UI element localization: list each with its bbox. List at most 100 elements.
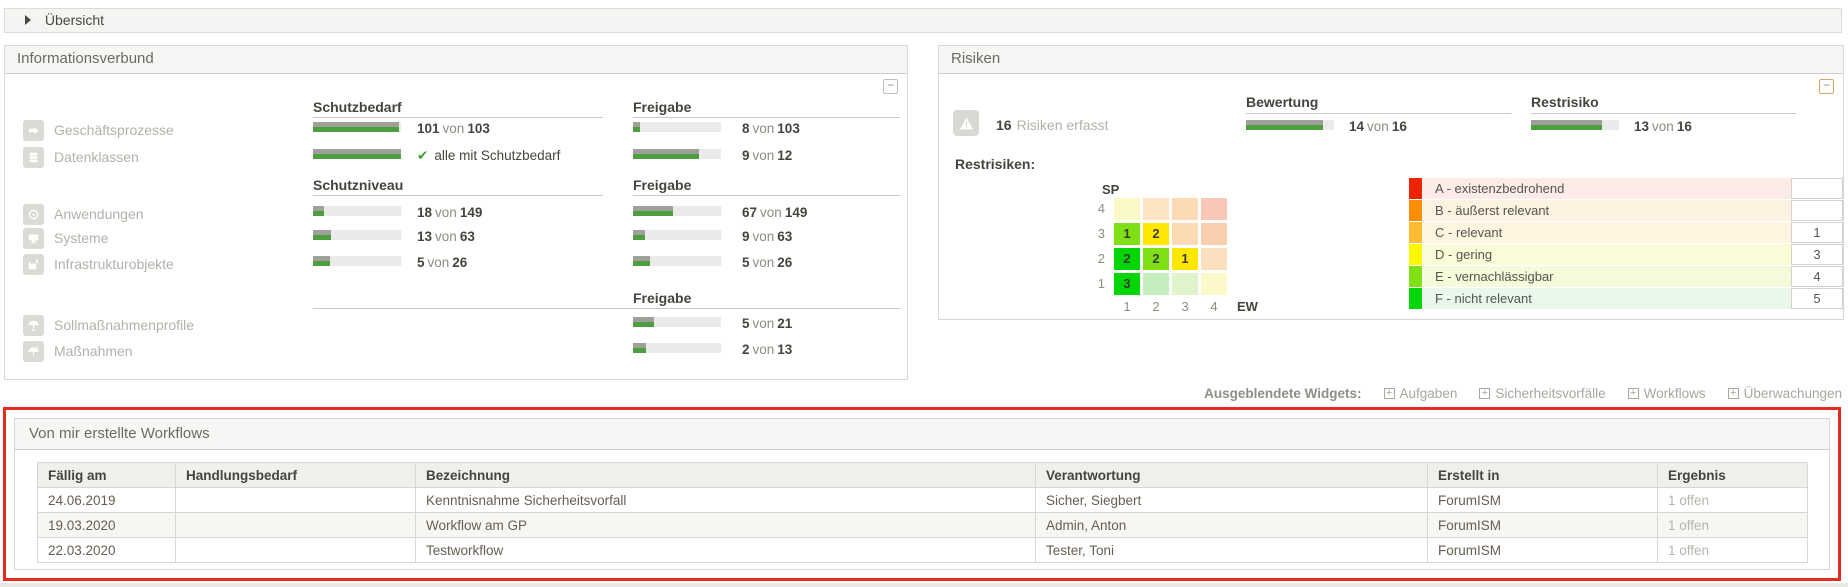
legend-label: C - relevant (1423, 222, 1791, 243)
workflows-panel: Von mir erstellte Workflows Fällig am Ha… (14, 418, 1830, 570)
show-widget-sicherheitsvorfaelle[interactable]: Sicherheitsvorfälle (1479, 386, 1605, 401)
cell-name: Workflow am GP (416, 513, 1036, 538)
check-icon: ✔ (417, 148, 428, 163)
col-faellig-am[interactable]: Fällig am (38, 463, 176, 488)
plus-icon (1384, 388, 1395, 399)
object-label: Datenklassen (54, 149, 139, 165)
divider (313, 308, 900, 309)
matrix-cell (1114, 198, 1140, 220)
workflow-row[interactable]: 24.06.2019 Kenntnisnahme Sicherheitsvorf… (38, 488, 1808, 513)
dashboard: Übersicht Informationsverbund Schutzbeda… (0, 0, 1848, 587)
col-erstellt-in[interactable]: Erstellt in (1428, 463, 1658, 488)
chevron-right-icon (25, 15, 31, 25)
column-header-freigabe-2: Freigabe (633, 177, 691, 193)
matrix-y-tick: 4 (1085, 201, 1105, 216)
application-disc-icon (23, 204, 44, 225)
row-massnahmen: Maßnahmen (23, 340, 133, 362)
progress-value: 9von63 (742, 229, 792, 244)
cell-need (176, 488, 416, 513)
progress-value: 9von12 (742, 148, 792, 163)
cell-created-in: ForumISM (1428, 488, 1658, 513)
column-header-schutzbedarf: Schutzbedarf (313, 99, 402, 115)
divider (1531, 113, 1796, 114)
divider (633, 195, 900, 196)
progress-bar (313, 206, 401, 216)
risiken-panel: Risiken 16Risiken erfasst Bewertung 14vo… (938, 45, 1844, 320)
column-header-schutzniveau: Schutzniveau (313, 177, 403, 193)
progress-value: 67von149 (742, 205, 807, 220)
column-header-freigabe-1: Freigabe (633, 99, 691, 115)
matrix-x-tick: 3 (1172, 299, 1198, 314)
legend-label: D - gering (1423, 244, 1791, 265)
workflow-row[interactable]: 19.03.2020 Workflow am GP Admin, Anton F… (38, 513, 1808, 538)
col-verantwortung[interactable]: Verantwortung (1036, 463, 1428, 488)
object-label: Maßnahmen (54, 343, 133, 359)
progress-value: 5von21 (742, 316, 792, 331)
progress-value: 18von149 (417, 205, 482, 220)
cell-created-in: ForumISM (1428, 538, 1658, 563)
row-sollmassnahmenprofile: Sollmaßnahmenprofile (23, 314, 194, 336)
workflows-widget-highlight-frame: Von mir erstellte Workflows Fällig am Ha… (3, 407, 1841, 581)
risk-warning-icon (953, 110, 979, 136)
legend-swatch (1409, 266, 1422, 287)
matrix-cell (1201, 223, 1227, 245)
cell-responsible: Admin, Anton (1036, 513, 1428, 538)
show-widget-aufgaben[interactable]: Aufgaben (1384, 386, 1458, 401)
cell-due: 24.06.2019 (38, 488, 176, 513)
legend-count: 1 (1791, 222, 1843, 243)
object-label: Systeme (54, 230, 108, 246)
matrix-cell (1143, 198, 1169, 220)
progress-value: ✔alle mit Schutzbedarf (417, 148, 560, 164)
matrix-cell (1143, 273, 1169, 295)
matrix-cell: 2 (1143, 223, 1169, 245)
object-label: Sollmaßnahmenprofile (54, 317, 194, 333)
progress-value: 13von63 (417, 229, 475, 244)
matrix-cell (1201, 273, 1227, 295)
legend-label: A - existenzbedrohend (1423, 178, 1791, 199)
matrix-y-tick: 3 (1085, 226, 1105, 241)
show-widget-workflows[interactable]: Workflows (1628, 386, 1706, 401)
matrix-cell (1172, 198, 1198, 220)
progress-bar (633, 149, 721, 159)
col-handlungsbedarf[interactable]: Handlungsbedarf (176, 463, 416, 488)
workflows-panel-title: Von mir erstellte Workflows (15, 419, 1829, 450)
column-header-bewertung: Bewertung (1246, 94, 1318, 110)
col-ergebnis[interactable]: Ergebnis (1658, 463, 1808, 488)
object-label: Infrastrukturobjekte (54, 256, 174, 272)
cell-responsible: Sicher, Siegbert (1036, 488, 1428, 513)
cell-name: Kenntnisnahme Sicherheitsvorfall (416, 488, 1036, 513)
progress-value: 2von13 (742, 342, 792, 357)
progress-bar (1531, 120, 1619, 130)
matrix-cell (1201, 198, 1227, 220)
cell-created-in: ForumISM (1428, 513, 1658, 538)
matrix-cell: 3 (1114, 273, 1140, 295)
collapse-icon[interactable] (1819, 79, 1834, 94)
legend-count (1791, 200, 1843, 221)
column-header-restrisiko: Restrisiko (1531, 94, 1599, 110)
progress-bar (313, 230, 401, 240)
workflow-row[interactable]: 22.03.2020 Testworkflow Tester, Toni For… (38, 538, 1808, 563)
matrix-cell (1201, 248, 1227, 270)
hidden-widgets-label: Ausgeblendete Widgets: (1204, 386, 1361, 401)
legend-swatch (1409, 178, 1422, 199)
progress-bar (313, 149, 401, 159)
divider (1246, 113, 1511, 114)
uebersicht-accordion[interactable]: Übersicht (4, 8, 1842, 33)
show-widget-ueberwachungen[interactable]: Überwachungen (1728, 386, 1842, 401)
risk-count: 16Risiken erfasst (996, 117, 1108, 135)
progress-value: 101von103 (417, 121, 490, 136)
informationsverbund-panel: Informationsverbund Schutzbedarf Freigab… (4, 45, 908, 380)
collapse-icon[interactable] (883, 79, 898, 94)
legend-count: 4 (1791, 266, 1843, 287)
progress-bar (313, 256, 401, 266)
uebersicht-accordion-label: Übersicht (45, 12, 104, 28)
cell-responsible: Tester, Toni (1036, 538, 1428, 563)
informationsverbund-panel-title: Informationsverbund (5, 46, 907, 74)
matrix-x-axis-label: EW (1237, 299, 1258, 314)
progress-value: 14von16 (1349, 119, 1407, 134)
table-header-row: Fällig am Handlungsbedarf Bezeichnung Ve… (38, 463, 1808, 488)
divider (633, 117, 900, 118)
col-bezeichnung[interactable]: Bezeichnung (416, 463, 1036, 488)
process-arrow-icon (23, 120, 44, 141)
system-monitor-icon (23, 228, 44, 249)
